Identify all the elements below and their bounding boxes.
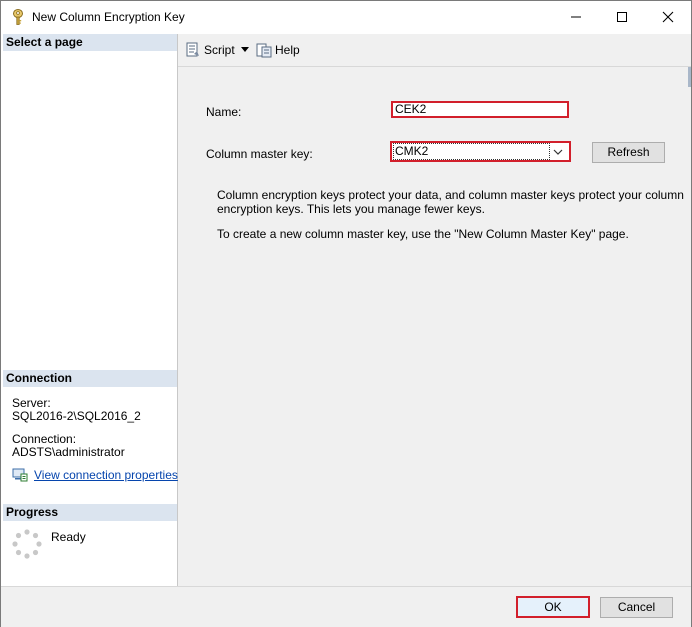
column-master-key-value: CMK2 xyxy=(393,143,550,160)
close-button[interactable] xyxy=(645,1,691,33)
help-icon xyxy=(256,43,272,58)
minimize-button[interactable] xyxy=(553,1,599,33)
chevron-down-icon xyxy=(241,47,249,52)
key-icon xyxy=(9,8,27,26)
connection-value: ADSTS\administrator xyxy=(12,445,125,459)
close-icon xyxy=(662,11,674,23)
title-bar[interactable]: New Column Encryption Key xyxy=(1,1,691,33)
server-value: SQL2016-2\SQL2016_2 xyxy=(12,409,141,423)
cancel-button[interactable]: Cancel xyxy=(600,597,673,618)
description-line-3: To create a new column master key, use t… xyxy=(217,227,629,241)
maximize-icon xyxy=(617,12,627,22)
properties-icon xyxy=(12,468,28,482)
button-bar: OK Cancel xyxy=(1,586,691,627)
progress-status: Ready xyxy=(51,530,86,544)
chevron-down-icon xyxy=(553,149,563,155)
toolbar: Script Help xyxy=(178,34,691,67)
maximize-button[interactable] xyxy=(599,1,645,33)
connection-header: Connection xyxy=(3,370,177,387)
dropdown-arrow-button[interactable] xyxy=(549,144,567,159)
dialog-window: New Column Encryption Key Select a page … xyxy=(0,0,692,627)
select-page-header: Select a page xyxy=(3,34,177,51)
progress-header: Progress xyxy=(3,504,177,521)
view-connection-properties-link[interactable]: View connection properties xyxy=(34,468,178,482)
scrollbar[interactable] xyxy=(688,67,691,87)
name-label: Name: xyxy=(206,105,242,119)
description-line-2: encryption keys. This lets you manage fe… xyxy=(217,202,485,216)
script-label: Script xyxy=(204,43,235,57)
refresh-button[interactable]: Refresh xyxy=(592,142,665,163)
help-label: Help xyxy=(275,43,300,57)
script-button[interactable]: Script xyxy=(185,42,235,58)
column-master-key-select[interactable]: CMK2 xyxy=(390,141,571,162)
ok-button[interactable]: OK xyxy=(516,596,590,618)
content-pane: Script Help Name: CEK2 Column master key… xyxy=(178,34,691,586)
minimize-icon xyxy=(571,16,581,18)
progress-spinner-icon xyxy=(11,528,43,560)
script-dropdown-button[interactable] xyxy=(241,47,249,52)
description-line-1: Column encryption keys protect your data… xyxy=(217,188,684,202)
server-label: Server: xyxy=(12,396,51,410)
window-title: New Column Encryption Key xyxy=(32,10,185,24)
connection-label: Connection: xyxy=(12,432,77,446)
help-button[interactable]: Help xyxy=(256,42,300,58)
left-pane: Select a page Connection Server: SQL2016… xyxy=(3,34,178,586)
column-master-key-label: Column master key: xyxy=(206,147,313,161)
name-input[interactable]: CEK2 xyxy=(391,101,569,118)
script-icon xyxy=(186,42,199,57)
